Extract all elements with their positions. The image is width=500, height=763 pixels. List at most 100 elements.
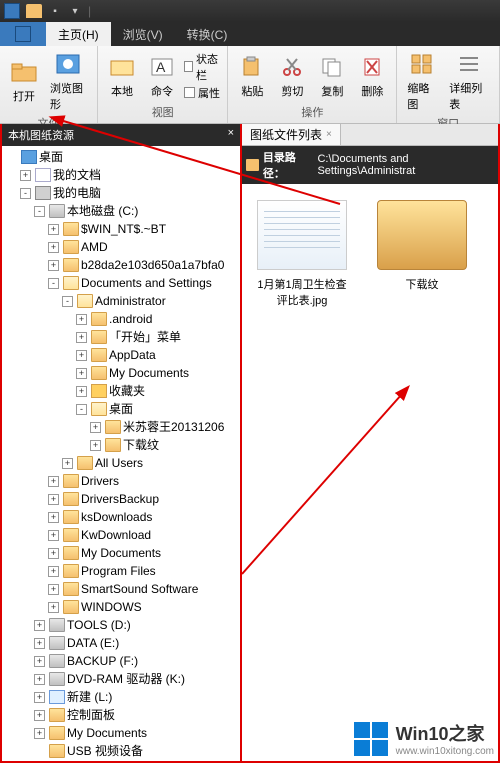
tree-item[interactable]: +控制面板 [34,706,238,724]
expand-icon[interactable]: + [48,260,59,271]
expand-icon[interactable]: + [48,224,59,235]
file-thumbnail[interactable]: 下载纹 [372,200,472,292]
folder-icon [91,312,107,326]
expand-icon[interactable]: + [48,530,59,541]
expand-icon[interactable]: + [76,332,87,343]
tree-item[interactable]: +My Documents [76,364,238,382]
expand-icon[interactable]: + [48,476,59,487]
tree-item[interactable]: -桌面 [76,400,238,418]
expand-icon[interactable]: + [48,242,59,253]
tree-item[interactable]: -本地磁盘 (C:) [34,202,238,220]
expand-icon[interactable]: + [34,638,45,649]
cmd-button[interactable]: A 命令 [144,51,180,101]
collapse-icon[interactable]: - [62,296,73,307]
tree-item[interactable]: +米苏蓉王20131206 [90,418,238,436]
collapse-icon[interactable]: - [20,188,31,199]
tree-item[interactable]: +WINDOWS [48,598,238,616]
expand-icon[interactable]: + [90,440,101,451]
thumb-button[interactable]: 缩略图 [403,48,441,114]
expand-icon[interactable]: + [48,584,59,595]
menu-tab[interactable]: 主页(H) [46,22,111,46]
paste-button[interactable]: 粘贴 [234,51,270,101]
tab-close-icon[interactable]: × [326,129,332,140]
app-menu-button[interactable] [0,22,46,46]
props-checkbox[interactable]: 属性 [184,85,221,101]
collapse-icon[interactable]: - [48,278,59,289]
tree-item[interactable]: +My Documents [48,544,238,562]
collapse-icon[interactable]: - [34,206,45,217]
expand-icon[interactable]: + [34,692,45,703]
tree-item[interactable]: USB 视频设备 [34,742,238,760]
ribbon: 打开 浏览图形 文件 本地 A 命令 状态栏 属性 视图 [0,46,500,124]
tree-item[interactable]: +My Documents [34,724,238,742]
expand-icon[interactable]: + [76,386,87,397]
tree-item[interactable]: -我的电脑 [20,184,238,202]
tree-item-label: SmartSound Software [81,580,198,598]
tree-item[interactable]: +我的文档 [20,166,238,184]
expand-icon[interactable]: + [48,494,59,505]
copy-button[interactable]: 复制 [314,51,350,101]
tree-item[interactable]: -Documents and Settings [48,274,238,292]
tree-item[interactable]: -Administrator [62,292,238,310]
tree-item[interactable]: +All Users [62,454,238,472]
folder-tree[interactable]: 桌面+我的文档-我的电脑-本地磁盘 (C:)+$WIN_NT$.~BT+AMD+… [2,146,240,761]
tree-item[interactable]: +KwDownload [48,526,238,544]
folder-icon [63,510,79,524]
detail-button[interactable]: 详细列表 [445,48,493,114]
tree-item[interactable]: +收藏夹 [76,382,238,400]
tree-item[interactable]: +DriversBackup [48,490,238,508]
expand-icon[interactable]: + [48,602,59,613]
expand-icon[interactable]: + [90,422,101,433]
tree-item[interactable]: 暴风影视库 [34,760,238,761]
tree-item[interactable]: +下载纹 [90,436,238,454]
expand-icon[interactable]: + [34,656,45,667]
cut-button[interactable]: 剪切 [274,51,310,101]
tree-item[interactable]: +DVD-RAM 驱动器 (K:) [34,670,238,688]
qat-save-icon[interactable]: ▪ [48,4,62,18]
tree-item[interactable]: +TOOLS (D:) [34,616,238,634]
tree-item[interactable]: +DATA (E:) [34,634,238,652]
tree-item[interactable]: +.android [76,310,238,328]
tree-item[interactable]: +BACKUP (F:) [34,652,238,670]
expand-icon[interactable]: + [48,548,59,559]
expand-icon[interactable]: + [34,674,45,685]
folder-icon [63,222,79,236]
tree-item[interactable]: +「开始」菜单 [76,328,238,346]
tree-item[interactable]: + SmartSound Software [48,580,238,598]
expand-icon[interactable]: + [20,170,31,181]
file-list-tab[interactable]: 图纸文件列表 × [242,124,341,145]
expand-icon[interactable]: + [48,512,59,523]
delete-button[interactable]: 删除 [354,51,390,101]
expand-icon[interactable]: + [48,566,59,577]
close-icon[interactable]: × [228,127,234,143]
spacer [34,746,45,757]
left-panel-header: 本机图纸资源 × [2,124,240,146]
tree-item[interactable]: 桌面 [6,148,238,166]
tree-item[interactable]: +ksDownloads [48,508,238,526]
expand-icon[interactable]: + [76,350,87,361]
tree-item[interactable]: +AppData [76,346,238,364]
thumbnail-label: 下载纹 [372,276,472,292]
open-button[interactable]: 打开 [6,56,42,106]
expand-icon[interactable]: + [76,314,87,325]
menu-tab[interactable]: 浏览(V) [111,22,175,46]
tree-item[interactable]: +Drivers [48,472,238,490]
tree-item[interactable]: +b28da2e103d650a1a7bfa0 [48,256,238,274]
expand-icon[interactable]: + [62,458,73,469]
local-button[interactable]: 本地 [104,51,140,101]
expand-icon[interactable]: + [76,368,87,379]
tree-item[interactable]: +$WIN_NT$.~BT [48,220,238,238]
tree-item[interactable]: +Program Files [48,562,238,580]
expand-icon[interactable]: + [34,710,45,721]
file-thumbnail[interactable]: 1月第1周卫生检查评比表.jpg [252,200,352,308]
qat-more-icon[interactable]: ▾ [68,4,82,18]
tree-item[interactable]: +新建 (L:) [34,688,238,706]
collapse-icon[interactable]: - [76,404,87,415]
expand-icon[interactable]: + [34,728,45,739]
folder-icon [77,456,93,470]
tree-item[interactable]: +AMD [48,238,238,256]
expand-icon[interactable]: + [34,620,45,631]
statusbar-checkbox[interactable]: 状态栏 [184,51,221,83]
menu-tab[interactable]: 转换(C) [175,22,240,46]
browse-button[interactable]: 浏览图形 [46,48,91,114]
